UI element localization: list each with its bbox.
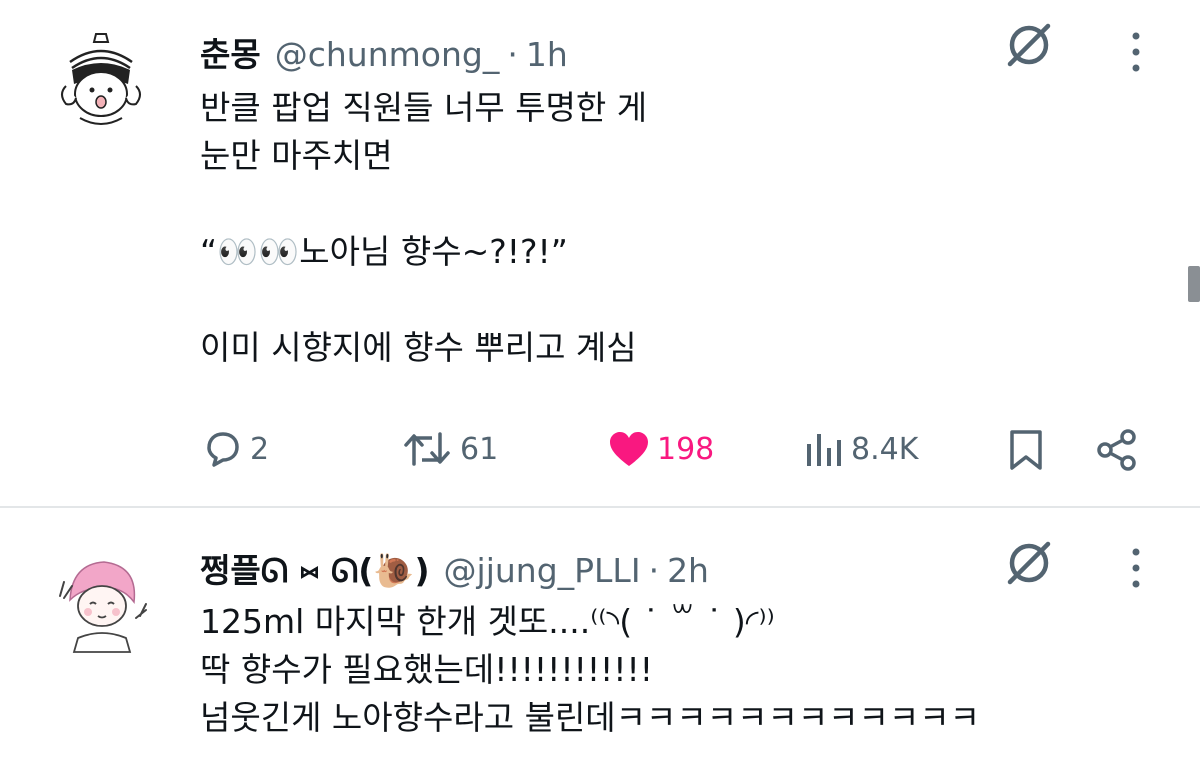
scrollbar-thumb[interactable] xyxy=(1188,266,1200,302)
like-button[interactable]: 198 xyxy=(607,428,714,470)
tweet-text-blank xyxy=(200,276,647,324)
tweet-text-line: 눈만 마주치면 xyxy=(200,136,393,175)
tweet-text-line: 반클 팝업 직원들 너무 투명한 게 xyxy=(200,88,648,127)
repost-button[interactable]: 61 xyxy=(400,428,498,470)
separator-dot: · xyxy=(507,35,518,74)
views-count: 8.4K xyxy=(851,431,919,467)
tweet-text: 반클 팝업 직원들 너무 투명한 게 눈만 마주치면 “👀👀노아님 향수~?!?… xyxy=(200,84,647,372)
like-icon xyxy=(610,432,648,466)
bookmark-button[interactable] xyxy=(1006,428,1046,472)
views-button[interactable]: 8.4K xyxy=(803,428,918,470)
like-count: 198 xyxy=(657,431,715,467)
avatar-illustration xyxy=(43,23,159,139)
repost-count: 61 xyxy=(460,431,499,467)
grok-icon[interactable] xyxy=(1002,18,1056,72)
share-icon xyxy=(1097,429,1136,471)
avatar-illustration xyxy=(43,543,159,659)
tweet[interactable]: 춘몽 @chunmong_ · 1h 반클 팝업 직원들 너무 투명한 게 눈만… xyxy=(0,0,1200,506)
views-icon xyxy=(807,434,841,466)
handle[interactable]: @chunmong_ xyxy=(275,35,500,74)
display-name[interactable]: 춘몽 xyxy=(200,28,261,76)
avatar[interactable] xyxy=(42,22,160,140)
timestamp[interactable]: 2h xyxy=(667,551,709,590)
tweet-header: 춘몽 @chunmong_ · 1h xyxy=(200,28,568,76)
tweet-text-line: 이미 시향지에 향수 뿌리고 계심 xyxy=(200,328,637,367)
reply-button[interactable]: 2 xyxy=(202,428,269,470)
reply-icon xyxy=(207,432,239,467)
handle[interactable]: @jjung_PLLI xyxy=(444,551,641,590)
tweet-text-blank xyxy=(200,180,647,228)
separator-dot: · xyxy=(648,551,660,590)
more-icon[interactable] xyxy=(1126,30,1146,74)
timestamp[interactable]: 1h xyxy=(526,35,568,74)
repost-icon xyxy=(404,432,450,466)
reply-count: 2 xyxy=(250,431,270,467)
tweet-header: 쩡플ᘏ ⑅ ᘏ(🐌) @jjung_PLLI · 2h xyxy=(200,544,709,592)
tweet[interactable]: 쩡플ᘏ ⑅ ᘏ(🐌) @jjung_PLLI · 2h 125ml 마지막 한개… xyxy=(0,506,1200,765)
tweet-text-line: 딱 향수가 필요했는데!!!!!!!!!!!! xyxy=(200,650,653,689)
share-button[interactable] xyxy=(1094,428,1140,472)
display-name[interactable]: 쩡플ᘏ ⑅ ᘏ(🐌) xyxy=(200,544,430,592)
tweet-text-line: 넘웃긴게 노아향수라고 불린데ㅋㅋㅋㅋㅋㅋㅋㅋㅋㅋㅋㅋ xyxy=(200,698,980,737)
tweet-text-line: 125ml 마지막 한개 겟또....⁽⁽◝( ˙ ꒳ ˙ )◜⁾⁾ xyxy=(200,602,775,641)
grok-icon[interactable] xyxy=(1002,536,1056,590)
tweet-text: 125ml 마지막 한개 겟또....⁽⁽◝( ˙ ꒳ ˙ )◜⁾⁾ 딱 향수가… xyxy=(200,598,980,742)
avatar[interactable] xyxy=(42,542,160,660)
tweet-text-line: “👀👀노아님 향수~?!?!” xyxy=(200,232,568,271)
bookmark-icon xyxy=(1010,430,1042,470)
more-icon[interactable] xyxy=(1126,546,1146,590)
